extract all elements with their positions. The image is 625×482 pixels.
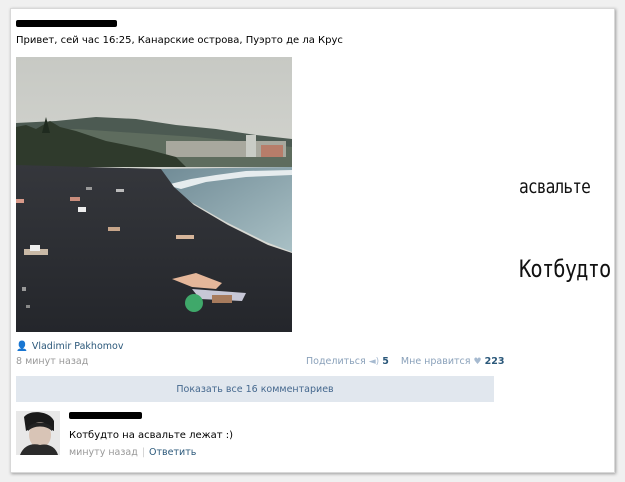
- like-label: Мне нравится: [400, 356, 471, 367]
- photo-author[interactable]: 👤 Vladimir Pakhomov: [16, 341, 123, 352]
- share-count: 5: [382, 356, 389, 367]
- heart-icon: ♥: [473, 357, 482, 367]
- redacted-commenter-name: [69, 412, 142, 419]
- post-text: Привет, сей час 16:25, Канарские острова…: [16, 35, 343, 46]
- post-photo[interactable]: [16, 57, 292, 332]
- overlay-word-asfalte: асвальте: [519, 176, 591, 198]
- comment-text: Котбудто на асвальте лежат :): [69, 430, 234, 441]
- share-label: Поделиться: [306, 356, 366, 367]
- megaphone-icon: ◄): [368, 357, 380, 367]
- post-time[interactable]: 8 минут назад: [16, 356, 88, 367]
- share-button[interactable]: Поделиться ◄) 5: [306, 356, 392, 367]
- comment-meta: минуту назад | Ответить: [69, 447, 196, 458]
- like-button[interactable]: Мне нравится ♥ 223: [401, 356, 505, 367]
- avatar[interactable]: [16, 411, 60, 455]
- reply-link[interactable]: Ответить: [149, 447, 196, 458]
- overlay-word-kotbudto: Котбудто: [519, 255, 611, 283]
- like-count: 223: [484, 356, 505, 367]
- author-name[interactable]: Vladimir Pakhomov: [32, 341, 124, 352]
- post-card: Привет, сей час 16:25, Канарские острова…: [10, 8, 615, 473]
- separator: |: [141, 447, 146, 458]
- redacted-author-name: [16, 20, 117, 27]
- show-all-comments-button[interactable]: Показать все 16 комментариев: [16, 376, 494, 402]
- person-icon: 👤: [16, 341, 28, 352]
- post-actions: Поделиться ◄) 5 Мне нравится ♥ 223: [306, 356, 504, 367]
- comment-time[interactable]: минуту назад: [69, 447, 138, 458]
